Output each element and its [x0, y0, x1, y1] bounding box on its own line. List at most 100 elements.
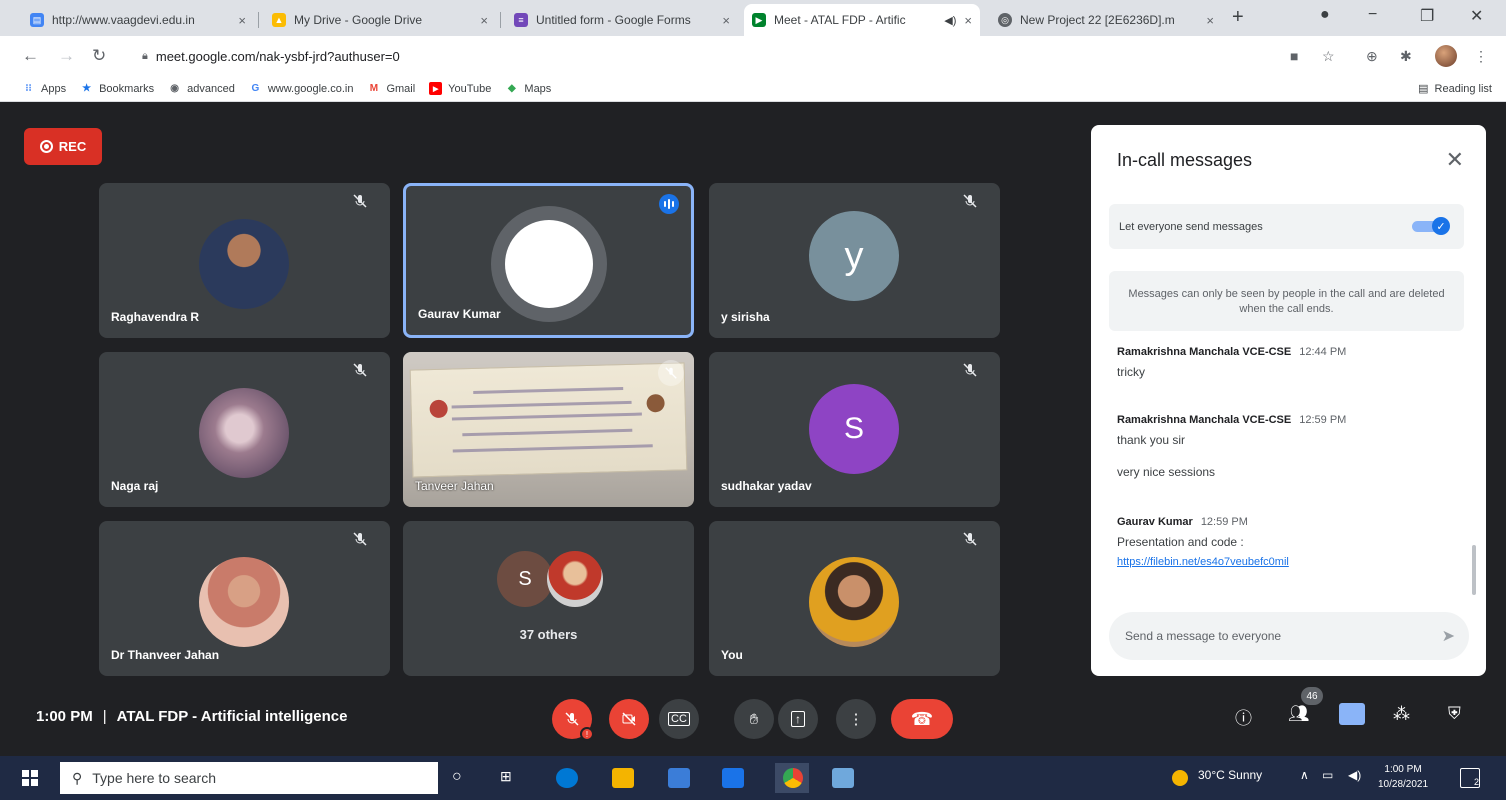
- host-controls-shield-icon[interactable]: ⛨: [1448, 704, 1461, 724]
- people-icon[interactable]: 👥︎: [1288, 704, 1310, 724]
- leave-call-button[interactable]: ☎︎: [891, 699, 953, 739]
- tab-google-drive[interactable]: ▲ My Drive - Google Drive ×: [264, 4, 496, 36]
- microphone-toggle-button[interactable]: !: [552, 699, 594, 741]
- meeting-details-info-icon[interactable]: ⓘ: [1235, 704, 1252, 729]
- message-sender: Ramakrishna Manchala VCE-CSE 12:44 PM: [1117, 346, 1346, 358]
- meet-icon: ▶: [752, 13, 766, 27]
- messages-notice: Messages can only be seen by people in t…: [1109, 271, 1464, 331]
- extension-icon[interactable]: ⊕: [1366, 48, 1378, 65]
- participant-tile[interactable]: Raghavendra R: [99, 183, 390, 338]
- self-tile[interactable]: You: [709, 521, 1000, 676]
- minimize-icon[interactable]: −: [1368, 6, 1377, 24]
- meeting-title: ATAL FDP - Artificial intelligence: [116, 708, 348, 725]
- banner-logo: [429, 399, 448, 419]
- reload-icon[interactable]: ↻: [92, 46, 106, 66]
- profile-avatar[interactable]: [1435, 45, 1457, 67]
- globe-icon: ◎: [998, 13, 1012, 27]
- tab-vaagdevi[interactable]: ▤ http://www.vaagdevi.edu.in ×: [22, 4, 254, 36]
- sender-name: Ramakrishna Manchala VCE-CSE: [1117, 346, 1292, 358]
- audio-playing-icon[interactable]: ◀): [944, 14, 956, 27]
- back-arrow-icon[interactable]: ←: [22, 46, 39, 66]
- more-vert-icon: ⋮: [848, 711, 864, 728]
- bookmark-label: advanced: [187, 82, 235, 95]
- send-messages-toggle[interactable]: ✓: [1410, 217, 1450, 235]
- bookmark-advanced[interactable]: ◉ advanced: [168, 82, 235, 95]
- letter-avatar: y: [809, 211, 899, 301]
- people-count-badge: 46: [1301, 687, 1323, 705]
- bookmark-gmail[interactable]: M Gmail: [367, 82, 415, 95]
- chat-scrollbar[interactable]: [1472, 545, 1476, 595]
- forms-icon: ≡: [514, 13, 528, 27]
- edge-icon[interactable]: [556, 768, 578, 788]
- forward-arrow-icon[interactable]: →: [58, 46, 75, 66]
- tab-google-forms[interactable]: ≡ Untitled form - Google Forms ×: [506, 4, 738, 36]
- bookmark-star-icon[interactable]: ☆: [1322, 48, 1335, 65]
- mail-icon[interactable]: [722, 768, 744, 788]
- notification-center-icon[interactable]: 2: [1460, 768, 1480, 788]
- message-time: 12:44 PM: [1299, 346, 1347, 358]
- raise-hand-button[interactable]: ✋︎: [734, 699, 774, 739]
- hang-up-icon: ☎︎: [910, 708, 934, 729]
- camera-toggle-button[interactable]: [609, 699, 649, 739]
- store-icon[interactable]: [668, 768, 690, 788]
- cortana-icon[interactable]: ○: [452, 768, 474, 788]
- camera-in-use-icon[interactable]: ■: [1290, 48, 1298, 64]
- mic-off-icon: [352, 531, 372, 551]
- close-icon[interactable]: ✕: [1446, 147, 1464, 173]
- bookmark-google[interactable]: G www.google.co.in: [249, 82, 353, 95]
- restore-icon[interactable]: ❐: [1420, 6, 1434, 26]
- message-input[interactable]: Send a message to everyone ➤: [1109, 612, 1469, 660]
- participant-tile[interactable]: S sudhakar yadav: [709, 352, 1000, 507]
- network-icon[interactable]: ▭: [1322, 768, 1333, 782]
- captions-button[interactable]: CC: [659, 699, 699, 739]
- bookmark-bookmarks[interactable]: ★ Bookmarks: [80, 82, 154, 95]
- message-sender: Ramakrishna Manchala VCE-CSE 12:59 PM: [1117, 414, 1346, 426]
- others-tile[interactable]: S 37 others: [403, 521, 694, 676]
- bookmark-youtube[interactable]: ▶ YouTube: [429, 82, 491, 95]
- volume-icon[interactable]: ◀): [1348, 768, 1361, 782]
- new-tab-button[interactable]: +: [1232, 6, 1244, 29]
- participant-tile[interactable]: y y sirisha: [709, 183, 1000, 338]
- participant-tile[interactable]: Naga raj: [99, 352, 390, 507]
- close-window-icon[interactable]: ✕: [1470, 6, 1483, 26]
- kebab-menu-icon[interactable]: ⋮: [1474, 48, 1488, 65]
- recording-badge[interactable]: REC: [24, 128, 102, 165]
- puzzle-extensions-icon[interactable]: ✱: [1400, 48, 1412, 65]
- chat-icon[interactable]: [1339, 703, 1365, 725]
- system-clock[interactable]: 1:00 PM 10/28/2021: [1378, 762, 1428, 792]
- taskbar-search-box[interactable]: ⚲ Type here to search: [60, 762, 438, 794]
- bookmark-apps[interactable]: ⁝⁝ Apps: [22, 82, 66, 95]
- task-view-icon[interactable]: ⊞: [500, 768, 522, 788]
- activities-icon[interactable]: ⁂: [1393, 704, 1410, 724]
- tab-close-icon[interactable]: ×: [480, 13, 488, 28]
- app-icon[interactable]: [832, 768, 854, 788]
- tab-close-icon[interactable]: ×: [238, 13, 246, 28]
- participant-tile-active-speaker[interactable]: Gaurav Kumar: [403, 183, 694, 338]
- windows-taskbar: ⚲ Type here to search ○ ⊞ 30°C Sunny ∧ ▭…: [0, 756, 1506, 800]
- hand-icon: ✋︎: [749, 710, 759, 728]
- weather-text[interactable]: 30°C Sunny: [1198, 768, 1262, 782]
- present-now-button[interactable]: ↑: [778, 699, 818, 739]
- tab-new-project[interactable]: ◎ New Project 22 [2E6236D].m ×: [990, 4, 1222, 36]
- tab-close-icon[interactable]: ×: [964, 13, 972, 28]
- windows-start-icon[interactable]: [22, 770, 38, 786]
- tab-close-icon[interactable]: ×: [722, 13, 730, 28]
- participant-tile-video[interactable]: Tanveer Jahan: [403, 352, 694, 507]
- sun-icon: [1172, 770, 1188, 786]
- message-link[interactable]: https://filebin.net/es4o7veubefc0mil: [1117, 556, 1289, 568]
- show-hidden-icons-chevron-icon[interactable]: ∧: [1300, 768, 1309, 782]
- send-icon[interactable]: ➤: [1442, 626, 1455, 646]
- chrome-taskbar-button[interactable]: [775, 763, 809, 793]
- participant-name: Dr Thanveer Jahan: [111, 648, 220, 662]
- more-options-button[interactable]: ⋮: [836, 699, 876, 739]
- participant-tile[interactable]: Dr Thanveer Jahan: [99, 521, 390, 676]
- tab-meet[interactable]: ▶ Meet - ATAL FDP - Artific ◀) ×: [744, 4, 980, 36]
- tab-close-icon[interactable]: ×: [1206, 13, 1214, 28]
- file-explorer-icon[interactable]: [612, 768, 634, 788]
- chrome-menu-dot-icon[interactable]: ●: [1320, 6, 1330, 24]
- message-time: 12:59 PM: [1200, 516, 1248, 528]
- url-field[interactable]: 🔒︎ meet.google.com/nak-ysbf-jrd?authuser…: [130, 43, 1270, 69]
- bookmark-maps[interactable]: ◆ Maps: [505, 82, 551, 95]
- participant-name: Naga raj: [111, 479, 159, 493]
- reading-list-button[interactable]: ▤ Reading list: [1418, 82, 1492, 96]
